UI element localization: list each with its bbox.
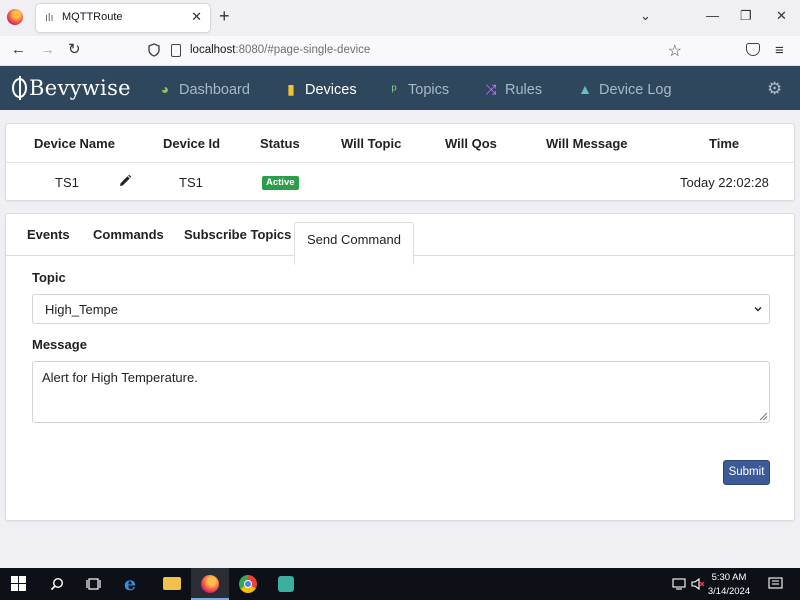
column-header: Will Qos [445,136,497,151]
reload-icon[interactable]: ↻ [68,42,81,58]
device-name-cell: TS1 [55,175,79,190]
nav-devices[interactable]: ▮ Devices [283,79,357,99]
message-text: Alert for High Temperature. [42,370,198,385]
rules-icon: ⤨ [485,81,497,97]
firefox-taskbar-item[interactable] [191,568,229,600]
nav-dashboard[interactable]: ◕ Dashboard [157,79,250,99]
topic-select[interactable]: High_Tempe [32,294,770,324]
tab-send-command[interactable]: Send Command [294,222,414,265]
dashboard-icon: ◕ [160,81,170,97]
close-window-icon[interactable]: ✕ [776,8,787,24]
tab-favicon-icon: ılı [45,12,54,24]
devices-icon: ▮ [287,81,295,97]
time-cell: Today 22:02:28 [680,175,769,190]
tab-subscribe-topics[interactable]: Subscribe Topics [172,214,303,256]
browser-tabstrip: ılı MQTTRoute ✕ + ⌄ — ❐ ✕ [0,0,800,36]
chrome-center-icon [244,580,252,588]
mqttroute-app-icon [278,576,294,592]
column-header: Will Message [546,136,628,151]
column-header: Device Name [34,136,115,151]
chrome-taskbar-item[interactable] [229,568,267,600]
tab-list-chevron-icon[interactable]: ⌄ [640,8,651,24]
url-path: :8080/#page-single-device [235,44,371,56]
firefox-icon [7,9,23,25]
tab-title: MQTTRoute [62,11,123,23]
file-explorer-taskbar-item[interactable] [153,568,191,600]
nav-device-log[interactable]: ▲ Device Log [577,79,672,99]
edge-taskbar-item[interactable]: e [115,568,153,600]
device-table: Device Name Device Id Status Will Topic … [5,123,795,201]
windows-taskbar: e 5:30 AM 3/14/2024 [0,568,800,600]
nav-topics[interactable]: ᵖ Topics [386,79,449,99]
minimize-icon[interactable]: — [706,8,719,24]
column-header: Will Topic [341,136,402,151]
nav-topics-label: Topics [408,82,450,98]
search-icon[interactable] [50,577,64,591]
tab-commands[interactable]: Commands [81,214,176,256]
device-id-cell: TS1 [179,175,203,190]
device-detail-panel: Events Commands Subscribe Topics Send Co… [5,213,795,521]
windows-start-icon[interactable] [11,576,26,591]
nav-device-log-label: Device Log [599,82,672,98]
taskbar-clock-time[interactable]: 5:30 AM [699,572,759,583]
firefox-icon [201,575,219,593]
gear-icon[interactable]: ⚙ [767,79,782,99]
nav-rules-label: Rules [505,82,543,98]
url-host: localhost [190,44,236,56]
tab-events[interactable]: Events [15,214,82,256]
topic-label: Topic [32,270,66,285]
hamburger-menu-icon[interactable]: ≡ [775,42,784,59]
topic-select-value: High_Tempe [45,302,118,317]
chevron-down-icon [754,307,762,312]
tab-close-icon[interactable]: ✕ [191,9,202,25]
taskbar-clock-date[interactable]: 3/14/2024 [699,586,759,597]
browser-navbar: ← → ↻ localhost:8080/#page-single-device… [0,36,800,66]
warning-icon: ▲ [578,81,592,97]
mqttroute-taskbar-item[interactable] [267,568,305,600]
task-view-icon[interactable] [86,577,102,591]
column-header: Device Id [163,136,221,151]
bevywise-logo[interactable]: Bevywise [12,75,131,101]
edit-pencil-icon[interactable] [118,174,132,188]
tracking-shield-icon[interactable] [148,43,160,57]
nav-rules[interactable]: ⤨ Rules [483,79,542,99]
resize-grip-icon[interactable] [758,411,768,421]
edge-icon: e [124,573,137,595]
tab-bar: Events Commands Subscribe Topics Send Co… [6,214,794,265]
topics-icon: ᵖ [391,81,397,97]
new-tab-icon[interactable]: + [219,7,230,25]
bookmark-star-icon[interactable]: ☆ [668,41,682,61]
column-header: Time [709,136,740,151]
url-bar[interactable]: localhost:8080/#page-single-device ☆ [140,39,692,63]
maximize-icon[interactable]: ❐ [740,8,752,24]
url-text: localhost:8080/#page-single-device [190,44,370,56]
nav-devices-label: Devices [305,82,357,98]
network-icon[interactable] [672,578,686,590]
message-label: Message [32,337,87,352]
app-header: Bevywise ◕ Dashboard ▮ Devices ᵖ Topics ⤨ Ru… [0,66,800,110]
folder-icon [163,577,181,590]
submit-button[interactable]: Submit [723,460,770,485]
back-icon[interactable]: ← [11,42,26,58]
notification-center-icon[interactable] [768,577,783,591]
page-info-icon[interactable] [171,44,181,57]
message-textarea[interactable]: Alert for High Temperature. [32,361,770,423]
forward-icon[interactable]: → [40,42,55,58]
logo-text: Bevywise [29,76,131,100]
table-divider [6,162,794,163]
logo-mark-icon [12,76,27,100]
status-badge: Active [262,176,299,190]
column-header: Status [260,136,300,151]
browser-tab[interactable]: ılı MQTTRoute ✕ [36,4,210,32]
nav-dashboard-label: Dashboard [179,82,250,98]
